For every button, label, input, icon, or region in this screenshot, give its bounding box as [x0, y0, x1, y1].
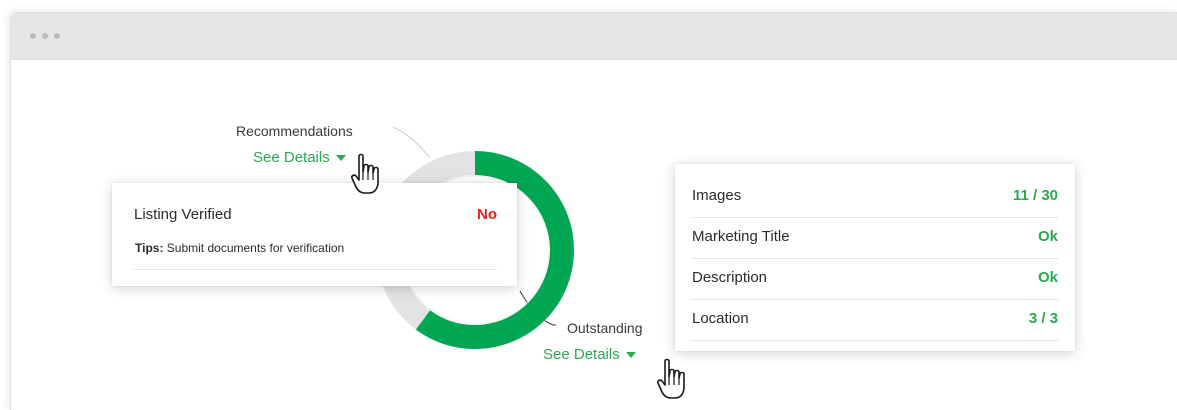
tips-prefix: Tips:: [135, 241, 164, 255]
see-details-label: See Details: [253, 149, 330, 166]
divider: [134, 269, 497, 270]
row-value: Ok: [1037, 269, 1058, 286]
listing-verified-status: No: [477, 206, 497, 223]
row-value: 11 / 30: [1012, 187, 1058, 204]
row-label: Images: [692, 187, 742, 204]
see-details-label: See Details: [543, 346, 620, 363]
row-value: Ok: [1037, 228, 1058, 245]
outstanding-popup: Images 11 / 30 Marketing Title Ok Descri…: [675, 164, 1075, 351]
outstanding-row: Marketing Title Ok: [692, 217, 1058, 259]
tips-text: Tips: Submit documents for verification: [135, 241, 344, 255]
recommendations-popup: Listing Verified No Tips: Submit documen…: [112, 183, 517, 286]
outstanding-label: Outstanding: [567, 320, 643, 336]
page: Recommendations See Details Listing Veri…: [0, 0, 1177, 410]
outstanding-see-details-link[interactable]: See Details: [543, 346, 636, 363]
outstanding-row: Images 11 / 30: [692, 176, 1058, 218]
hand-cursor-icon: [657, 358, 685, 399]
row-label: Location: [692, 310, 749, 327]
recommendations-see-details-link[interactable]: See Details: [253, 149, 346, 166]
row-label: Marketing Title: [692, 228, 790, 245]
listing-verified-label: Listing Verified: [134, 206, 232, 223]
recommendations-label: Recommendations: [236, 123, 353, 139]
row-label: Description: [692, 269, 768, 286]
caret-down-icon: [625, 352, 636, 359]
outstanding-row: Location 3 / 3: [692, 299, 1058, 341]
row-value: 3 / 3: [1028, 310, 1058, 327]
hand-cursor-icon: [351, 153, 379, 194]
recommendations-connector-line: [392, 126, 431, 159]
tips-message: Submit documents for verification: [166, 241, 345, 255]
caret-down-icon: [335, 155, 346, 162]
outstanding-row: Description Ok: [692, 258, 1058, 300]
